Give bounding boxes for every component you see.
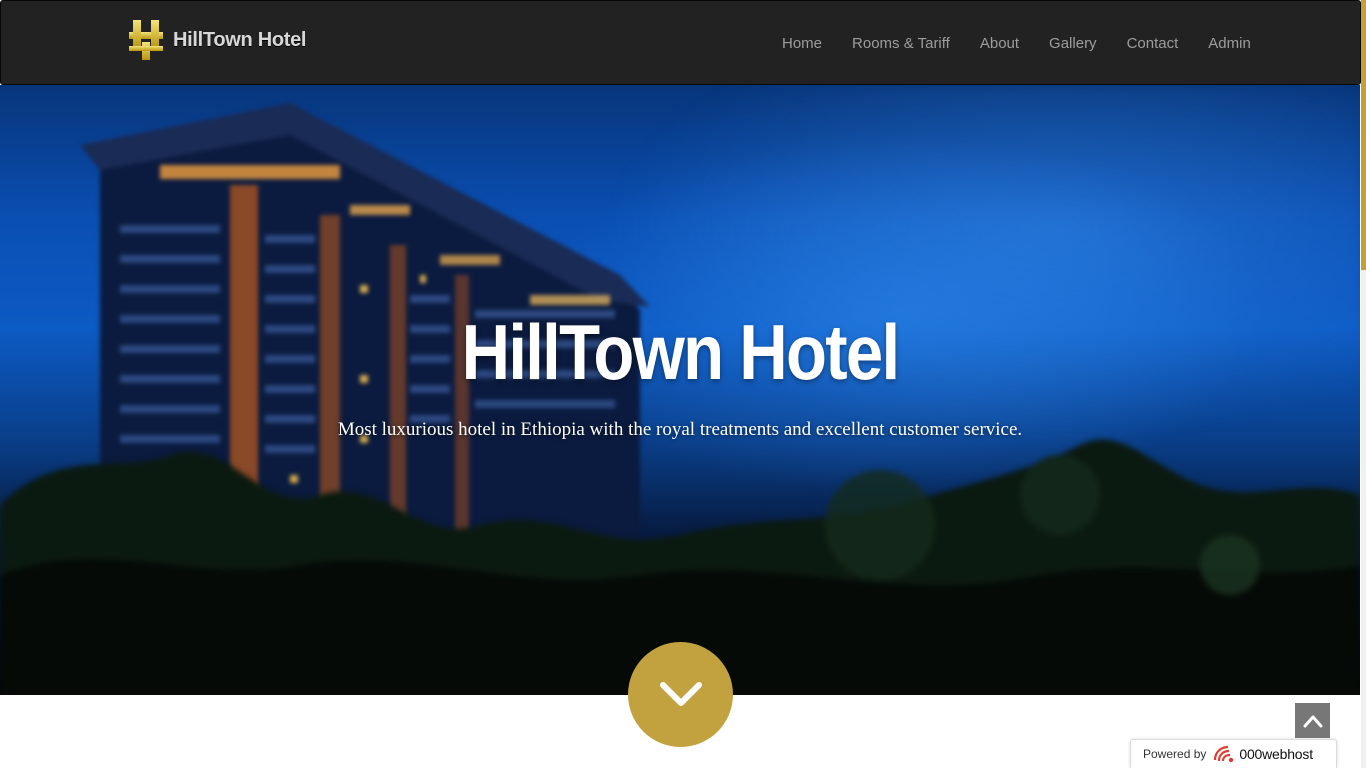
- hero-subtitle: Most luxurious hotel in Ethiopia with th…: [337, 419, 1023, 440]
- chevron-up-icon: [1303, 715, 1322, 727]
- webhost-logo-icon: [1214, 745, 1234, 763]
- powered-by-label: Powered by: [1143, 747, 1207, 761]
- powered-by-badge[interactable]: Powered by 000webhost: [1130, 739, 1337, 768]
- nav-link-contact[interactable]: Contact: [1112, 33, 1194, 55]
- nav-link-gallery[interactable]: Gallery: [1034, 33, 1112, 55]
- page-scrollbar[interactable]: [1361, 0, 1366, 768]
- back-to-top-button[interactable]: [1295, 703, 1330, 738]
- hotel-logo-icon: [129, 20, 163, 60]
- main-nav: Home Rooms & Tariff About Gallery Contac…: [767, 33, 1266, 55]
- brand-name: HillTown Hotel: [173, 28, 307, 51]
- powered-by-brand: 000webhost: [1239, 746, 1313, 762]
- hero-title: HillTown Hotel: [461, 308, 900, 396]
- chevron-down-icon: [659, 681, 702, 706]
- nav-link-rooms-tariff[interactable]: Rooms & Tariff: [837, 33, 965, 55]
- top-navbar: HillTown Hotel Home Rooms & Tariff About…: [0, 0, 1361, 85]
- scroll-down-button[interactable]: [628, 642, 733, 747]
- nav-link-admin[interactable]: Admin: [1193, 33, 1266, 55]
- brand-link[interactable]: HillTown Hotel: [127, 17, 307, 63]
- nav-link-home[interactable]: Home: [767, 33, 837, 55]
- nav-link-about[interactable]: About: [965, 33, 1034, 55]
- hero-section: HillTown Hotel Most luxurious hotel in E…: [0, 85, 1360, 695]
- scrollbar-thumb[interactable]: [1361, 0, 1366, 270]
